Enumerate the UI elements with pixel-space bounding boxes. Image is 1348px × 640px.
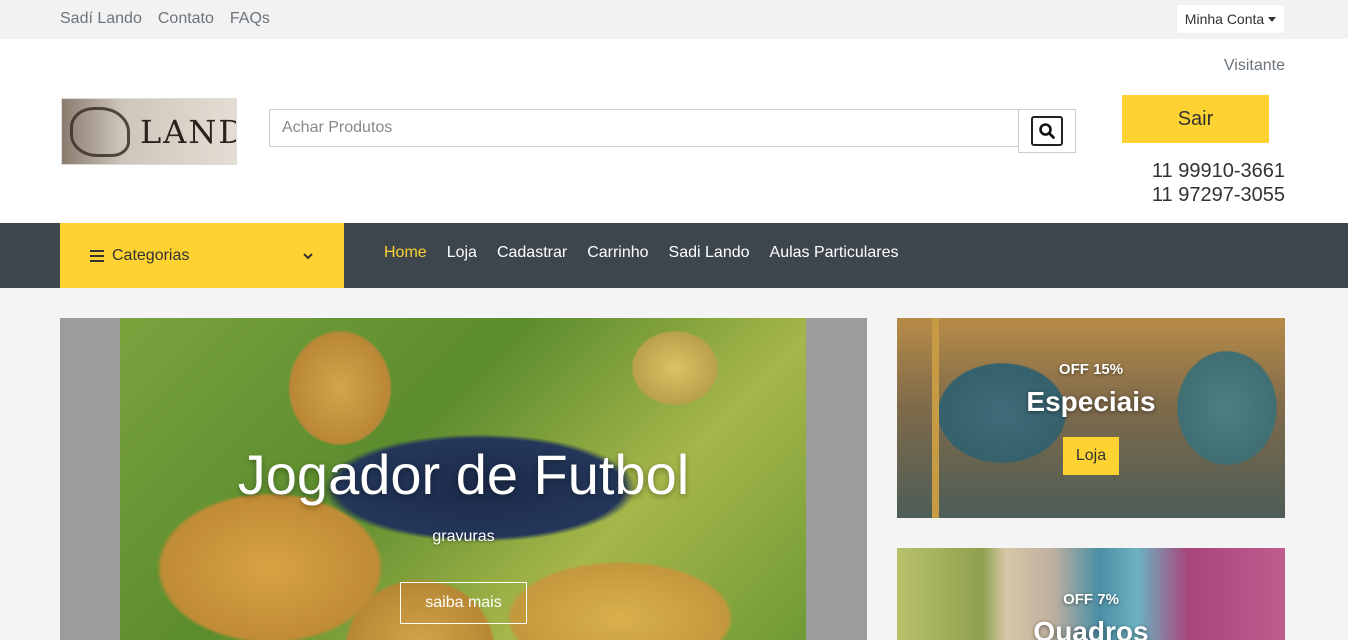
promo-discount: OFF 15% [1058,361,1124,378]
nav-item-loja[interactable]: Loja [447,244,477,262]
caret-down-icon [1268,16,1277,22]
logout-button[interactable]: Sair [1122,95,1269,143]
account-label: Minha Conta [1184,11,1265,27]
header: Visitante LANDO Sair 11 99910-3661 11 97… [0,39,1348,223]
nav-item-home[interactable]: Home [384,244,427,262]
hero-subtitle: gravuras [432,528,495,545]
promo-title: Quadros [1033,616,1149,640]
categories-dropdown[interactable]: Categorias [60,223,344,288]
phone-number: 11 99910-3661 [1151,160,1285,182]
promo-shop-button[interactable]: Loja [1063,437,1119,475]
nav-item-sadi-lando[interactable]: Sadi Lando [669,244,750,262]
chevron-down-icon [303,252,313,259]
logo-text: LANDO [140,113,236,151]
search-icon [1031,116,1063,146]
account-dropdown-button[interactable]: Minha Conta [1176,4,1285,34]
visitor-label: Visitante [1223,57,1285,74]
promo-card-quadros[interactable]: OFF 7% Quadros [897,548,1285,640]
top-link-faqs[interactable]: FAQs [230,10,270,28]
nav-item-cadastrar[interactable]: Cadastrar [497,244,567,262]
top-bar: Sadí Lando Contato FAQs Minha Conta [0,0,1348,39]
promo-discount: OFF 7% [1063,591,1119,608]
hero-slider: Jogador de Futbol gravuras saiba mais [60,318,867,640]
top-links: Sadí Lando Contato FAQs [60,10,270,28]
promo-title: Especiais [1026,386,1156,417]
phone-number: 11 97297-3055 [1151,184,1285,206]
promo-card-especiais[interactable]: OFF 15% Especiais Loja [897,318,1285,518]
search-button[interactable] [1018,109,1076,153]
nav-menu: Home Loja Cadastrar Carrinho Sadi Lando … [384,244,898,262]
hero-learn-more-button[interactable]: saiba mais [400,582,527,624]
search-input[interactable] [269,109,1019,147]
main-navbar: Categorias Home Loja Cadastrar Carrinho … [0,223,1348,288]
logo-sketch-icon [70,107,130,157]
hero-title: Jogador de Futbol [237,443,690,506]
hamburger-icon [90,249,104,262]
categories-label: Categorias [112,246,190,264]
top-link-sadi-lando[interactable]: Sadí Lando [60,10,142,28]
top-link-contato[interactable]: Contato [158,10,214,28]
nav-item-aulas-particulares[interactable]: Aulas Particulares [770,244,899,262]
site-logo[interactable]: LANDO [61,98,237,165]
phone-numbers: 11 99910-3661 11 97297-3055 [1100,159,1285,207]
nav-item-carrinho[interactable]: Carrinho [587,244,648,262]
search-bar [269,109,1076,153]
